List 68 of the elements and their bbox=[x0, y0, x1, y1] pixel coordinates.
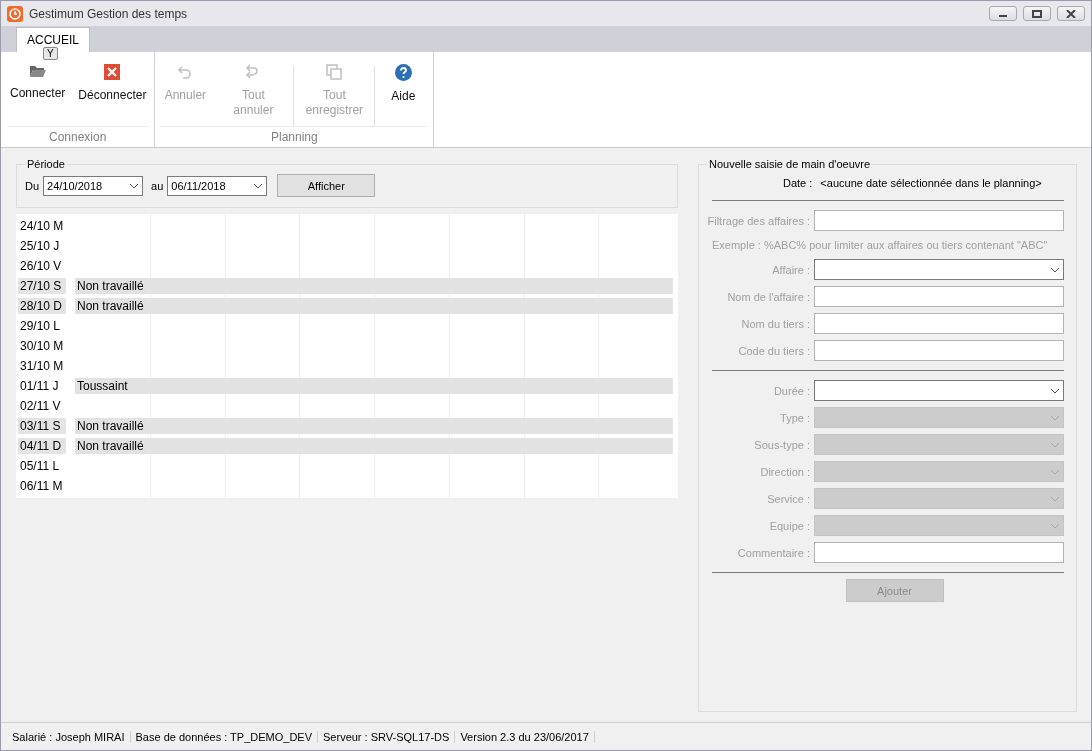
day-label: 26/10 V bbox=[19, 258, 63, 274]
field-label: Affaire : bbox=[771, 263, 810, 276]
status-item: Base de données : TP_DEMO_DEV bbox=[130, 730, 318, 743]
dropdown-field[interactable] bbox=[814, 380, 1064, 401]
field-label: Equipe : bbox=[768, 519, 810, 532]
day-label: 03/11 S bbox=[18, 418, 66, 434]
input-field[interactable] bbox=[814, 542, 1064, 563]
input-field[interactable] bbox=[814, 313, 1064, 334]
day-label: 06/11 M bbox=[19, 478, 64, 494]
field-label: Direction : bbox=[759, 465, 810, 478]
field-label: Nom de l'affaire : bbox=[726, 290, 810, 303]
status-item: Salarié : Joseph MIRAI bbox=[7, 730, 131, 743]
ribbon-button[interactable]: Aide bbox=[375, 52, 432, 126]
date-value: <aucune date sélectionnée dans le planning> bbox=[820, 177, 1042, 189]
input-field[interactable] bbox=[814, 210, 1064, 231]
date-picker[interactable]: 24/10/2018 bbox=[43, 175, 144, 196]
group-label: Planning bbox=[161, 126, 428, 147]
day-label: 04/11 D bbox=[18, 438, 66, 454]
day-label: 01/11 J bbox=[19, 378, 60, 394]
field-label: Code du tiers : bbox=[737, 344, 810, 357]
panel-title: Nouvelle saisie de main d'oeuvre bbox=[708, 158, 872, 170]
close-icon bbox=[104, 64, 121, 80]
day-off-bar: Toussaint bbox=[75, 378, 673, 394]
keytip-badge: Y bbox=[43, 47, 58, 60]
field-label: Filtrage des affaires : bbox=[707, 214, 810, 227]
day-label: 27/10 S bbox=[18, 278, 66, 294]
day-label: 25/10 J bbox=[19, 238, 61, 254]
maximize-icon bbox=[1032, 9, 1042, 18]
dropdown-field[interactable] bbox=[814, 259, 1064, 280]
date-picker[interactable]: 06/11/2018 bbox=[167, 175, 268, 196]
hint-text: Exemple : %ABC% pour limiter aux affaires ou tiers contenant "ABC" bbox=[711, 238, 1049, 253]
close-icon bbox=[1066, 9, 1076, 18]
field-label: Sous-type : bbox=[753, 438, 810, 451]
input-field[interactable] bbox=[814, 286, 1064, 307]
day-off-bar: Non travaillé bbox=[75, 418, 673, 434]
ribbon-button[interactable]: Déconnecter bbox=[72, 52, 153, 126]
field-label: Service : bbox=[766, 492, 810, 505]
day-off-bar: Non travaillé bbox=[75, 278, 673, 294]
folder-icon bbox=[28, 64, 47, 78]
field-label: au bbox=[151, 179, 164, 192]
group-label: Connexion bbox=[7, 126, 149, 147]
day-label: 31/10 M bbox=[19, 358, 65, 374]
day-label: 05/11 L bbox=[19, 458, 61, 474]
day-off-bar: Non travaillé bbox=[75, 438, 673, 454]
day-label: 28/10 D bbox=[18, 298, 66, 314]
field-label: Nom du tiers : bbox=[740, 317, 810, 330]
field-label: Date : bbox=[783, 177, 813, 189]
show-button[interactable]: Afficher bbox=[277, 174, 376, 197]
day-label: 02/11 V bbox=[19, 398, 62, 414]
minimize-button[interactable] bbox=[989, 6, 1017, 21]
field-label: Du bbox=[25, 179, 40, 192]
day-label: 24/10 M bbox=[19, 218, 65, 234]
clock-app-icon bbox=[7, 5, 23, 22]
day-label: 29/10 L bbox=[19, 318, 62, 334]
input-field[interactable] bbox=[814, 340, 1064, 361]
help-icon bbox=[394, 64, 412, 81]
field-label: Durée : bbox=[772, 384, 810, 397]
window-title: Gestimum Gestion des temps bbox=[29, 6, 189, 21]
day-label: 30/10 M bbox=[19, 338, 65, 354]
maximize-button[interactable] bbox=[1023, 6, 1051, 21]
day-off-bar: Non travaillé bbox=[75, 298, 673, 314]
field-label: Type : bbox=[779, 411, 810, 424]
field-label: Commentaire : bbox=[736, 546, 810, 559]
status-item: Version 2.3 du 23/06/2017 bbox=[455, 730, 595, 743]
status-item: Serveur : SRV-SQL17-DS bbox=[318, 730, 456, 743]
close-button[interactable] bbox=[1057, 6, 1085, 21]
undo-icon bbox=[177, 64, 194, 80]
panel-title: Période bbox=[26, 158, 66, 170]
